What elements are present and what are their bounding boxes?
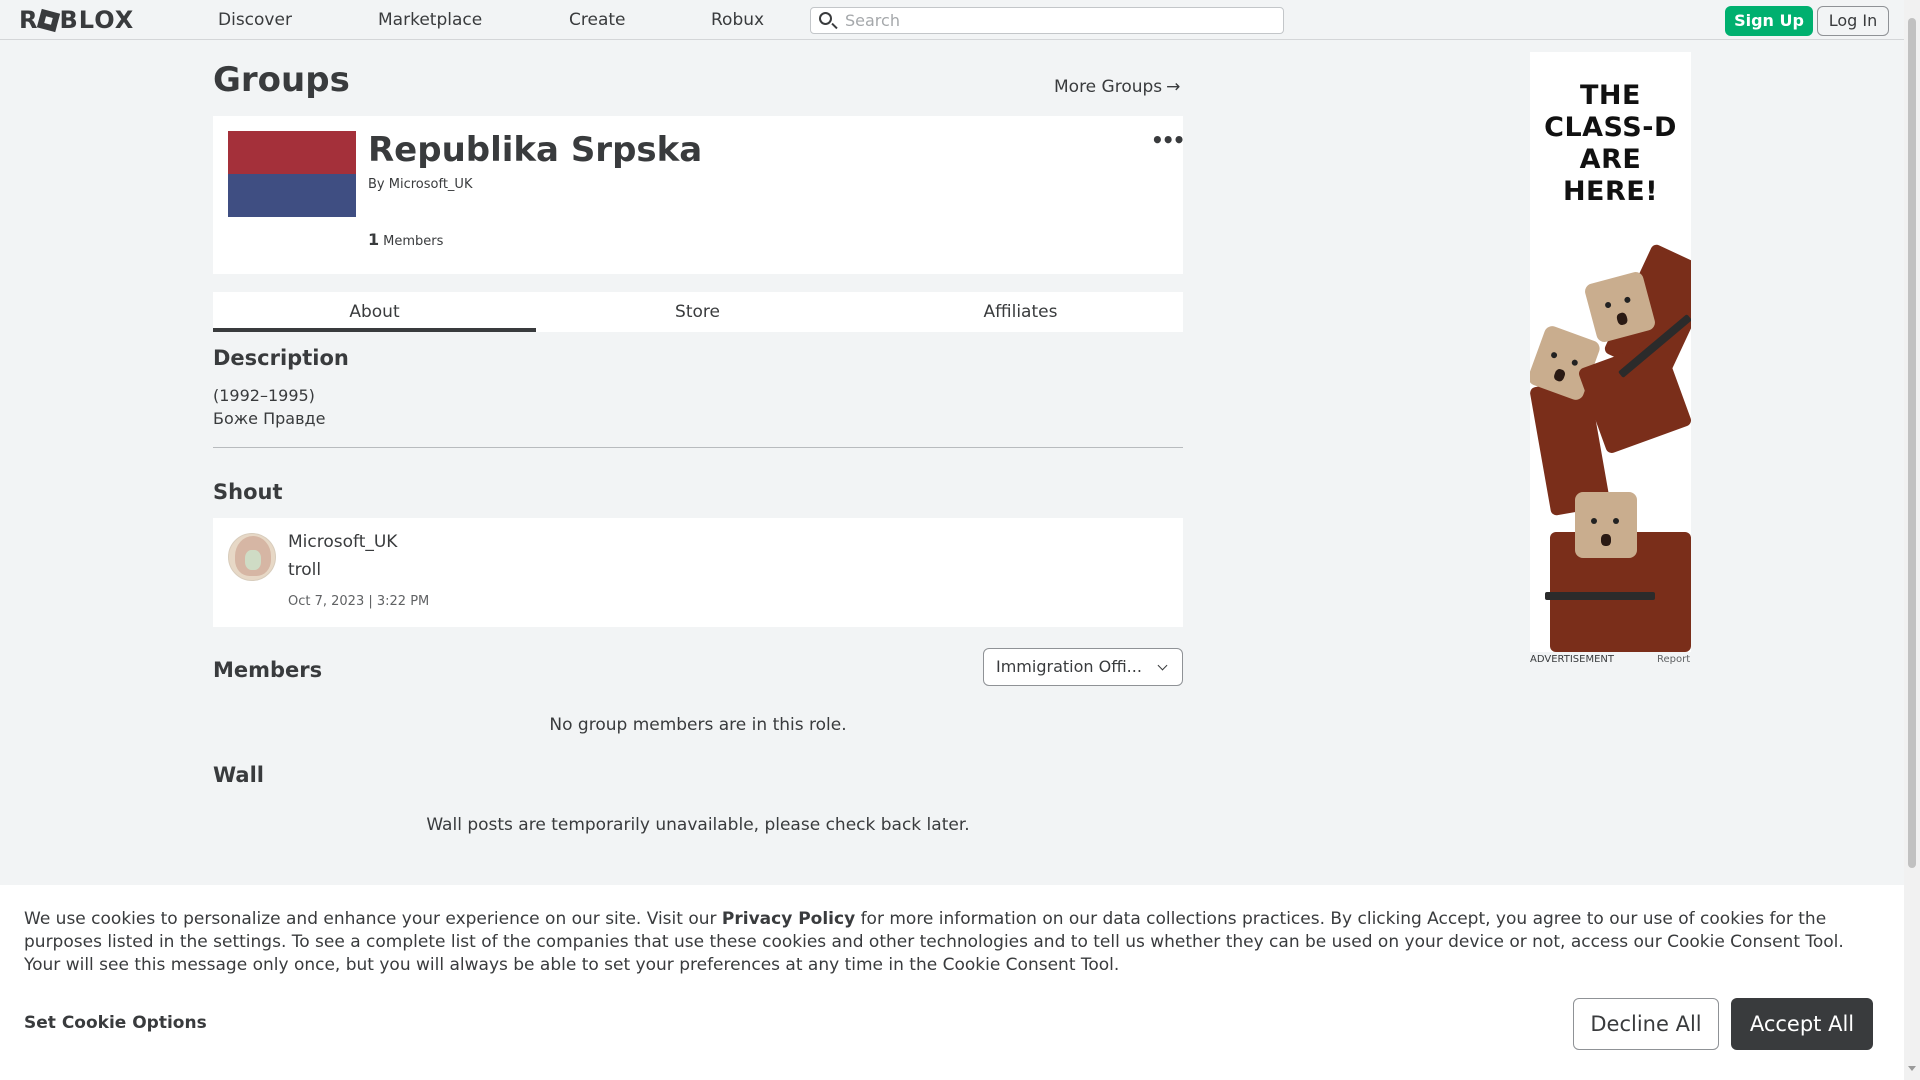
- search-icon[interactable]: [819, 12, 832, 25]
- group-emblem: [228, 131, 356, 217]
- role-dropdown[interactable]: Immigration Offi...: [983, 648, 1183, 686]
- description-title: Description: [213, 346, 349, 370]
- shout-timestamp: Oct 7, 2023 | 3:22 PM: [288, 594, 430, 609]
- logo-mark-icon: [37, 8, 61, 33]
- cookie-message: We use cookies to personalize and enhanc…: [24, 909, 1844, 975]
- search-input[interactable]: [843, 10, 1273, 31]
- tab-affiliates[interactable]: Affiliates: [859, 292, 1182, 332]
- search-box: [810, 7, 1284, 34]
- member-count-label: Members: [383, 234, 444, 249]
- group-header-card: Republika Srpska By Microsoft_UK 1 Member…: [213, 116, 1185, 274]
- group-tabs: About Store Affiliates: [213, 292, 1183, 332]
- page-title: Groups: [213, 60, 350, 100]
- ad-report-link[interactable]: Report: [1657, 654, 1690, 665]
- top-nav: R BLOX Discover Marketplace Create Robux …: [0, 0, 1904, 40]
- accept-all-button[interactable]: Accept All: [1731, 998, 1873, 1050]
- nav-robux[interactable]: Robux: [711, 10, 764, 30]
- by-prefix: By: [368, 177, 385, 192]
- cookie-banner: We use cookies to personalize and enhanc…: [0, 885, 1904, 1080]
- member-count: 1 Members: [368, 230, 443, 249]
- flag-stripe-blue: [228, 174, 356, 217]
- tab-store[interactable]: Store: [536, 292, 859, 332]
- nav-discover[interactable]: Discover: [218, 10, 292, 30]
- more-groups-label: More Groups: [1054, 77, 1163, 97]
- chevron-down-icon: [1157, 660, 1168, 671]
- flag-stripe-red: [228, 131, 356, 174]
- avatar[interactable]: [228, 533, 276, 581]
- nav-marketplace[interactable]: Marketplace: [378, 10, 482, 30]
- tab-about[interactable]: About: [213, 292, 536, 332]
- wall-title: Wall: [213, 763, 264, 787]
- ad-weapon: [1545, 592, 1655, 600]
- more-groups-link[interactable]: More Groups →: [1054, 77, 1180, 97]
- section-divider: [213, 447, 1183, 448]
- group-owner-line: By Microsoft_UK: [368, 177, 472, 192]
- group-name: Republika Srpska: [368, 130, 703, 170]
- scroll-down-arrow-icon[interactable]: [1908, 1066, 1916, 1071]
- description-text: (1992–1995) Боже Правде: [213, 384, 325, 430]
- decline-all-button[interactable]: Decline All: [1573, 998, 1719, 1050]
- roblox-logo[interactable]: R BLOX: [19, 6, 134, 34]
- shout-title: Shout: [213, 480, 283, 504]
- page-scrollbar[interactable]: [1904, 0, 1920, 1080]
- member-count-value: 1: [368, 230, 380, 249]
- set-cookie-options-link[interactable]: Set Cookie Options: [24, 1013, 207, 1033]
- arrow-right-icon: →: [1166, 77, 1181, 97]
- role-dropdown-value: Immigration Offi...: [996, 657, 1142, 676]
- description-line: (1992–1995): [213, 386, 315, 405]
- ad-headline: THE CLASS-D ARE HERE!: [1544, 80, 1677, 207]
- description-line: Боже Правде: [213, 409, 326, 428]
- wall-unavailable-message: Wall posts are temporarily unavailable, …: [426, 815, 970, 835]
- group-owner-link[interactable]: Microsoft_UK: [389, 177, 473, 192]
- scrollbar-thumb[interactable]: [1908, 18, 1916, 868]
- shout-card: Microsoft_UK troll Oct 7, 2023 | 3:22 PM: [213, 518, 1183, 627]
- ad-label: ADVERTISEMENT: [1530, 654, 1615, 665]
- ad-character-head: [1575, 492, 1637, 558]
- more-options-icon[interactable]: •••: [1151, 128, 1185, 152]
- advertisement-banner[interactable]: THE CLASS-D ARE HERE!: [1530, 52, 1691, 652]
- privacy-policy-link[interactable]: Privacy Policy: [722, 909, 855, 929]
- sign-up-button[interactable]: Sign Up: [1725, 6, 1813, 36]
- shout-username[interactable]: Microsoft_UK: [288, 532, 397, 552]
- members-empty-message: No group members are in this role.: [549, 715, 847, 735]
- members-title: Members: [213, 658, 323, 682]
- nav-create[interactable]: Create: [569, 10, 626, 30]
- log-in-button[interactable]: Log In: [1817, 6, 1889, 36]
- shout-message: troll: [288, 560, 322, 580]
